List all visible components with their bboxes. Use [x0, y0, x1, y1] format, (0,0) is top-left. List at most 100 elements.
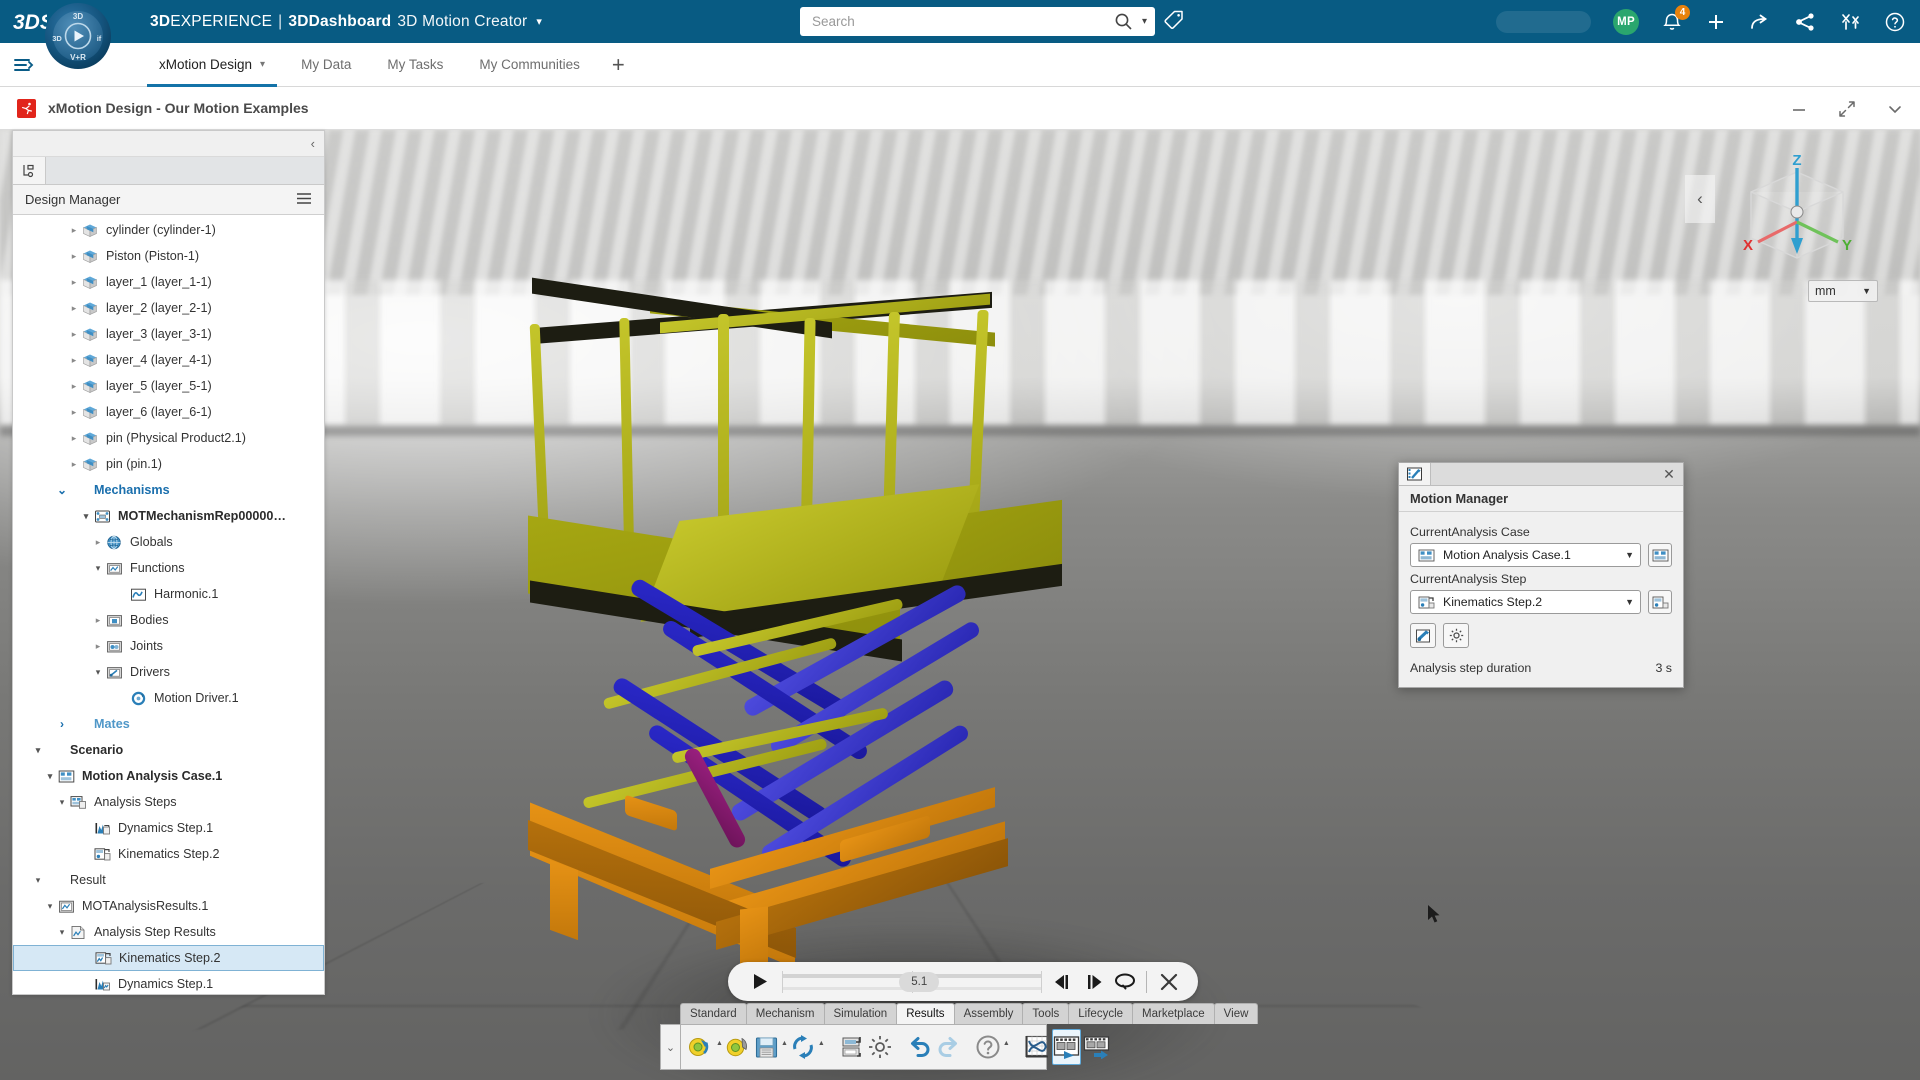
tree-item[interactable]: Kinematics Step.2	[13, 841, 324, 867]
slider-thumb[interactable]: 5.1	[899, 972, 939, 992]
settings-gear-icon[interactable]	[867, 1029, 893, 1065]
notifications-button[interactable]: 4	[1661, 11, 1683, 33]
tree-expand-arrow[interactable]: ⌄	[55, 483, 69, 497]
analysis-case-dropdown[interactable]: Motion Analysis Case.1 ▼	[1410, 543, 1641, 567]
viewport-collapse-button[interactable]: ‹	[1685, 175, 1715, 223]
search-chevron-down-icon[interactable]: ▾	[1142, 16, 1147, 27]
close-icon[interactable]: ✕	[1655, 463, 1683, 485]
tree-item[interactable]: ▸layer_6 (layer_6-1)	[13, 399, 324, 425]
tree-item[interactable]: Kinematics Step.2	[13, 945, 324, 971]
tree-expand-arrow[interactable]: ▾	[79, 511, 93, 522]
toolbar-more-caret[interactable]: ▲	[818, 1040, 825, 1054]
scissor-lift-model[interactable]	[540, 290, 1180, 1050]
tree-item[interactable]: ▸layer_2 (layer_2-1)	[13, 295, 324, 321]
step-forward-icon[interactable]	[1078, 973, 1109, 991]
tree-item[interactable]: ▸layer_1 (layer_1-1)	[13, 269, 324, 295]
app-chevron-down-icon[interactable]: ▾	[536, 15, 542, 28]
tree-expand-arrow[interactable]: ▾	[55, 797, 69, 808]
minimize-button[interactable]	[1790, 102, 1808, 116]
tree-item[interactable]: Dynamics Step.1	[13, 971, 324, 994]
redo-icon[interactable]	[935, 1029, 961, 1065]
tree-expand-arrow[interactable]: ▸	[67, 329, 81, 340]
tree-expand-arrow[interactable]: ▸	[67, 277, 81, 288]
hamburger-menu-icon[interactable]	[0, 43, 46, 87]
help-icon[interactable]	[1884, 11, 1906, 33]
import-export-icon[interactable]	[839, 1029, 865, 1065]
search-icon[interactable]	[1114, 12, 1133, 31]
tab-chevron-down-icon[interactable]: ▾	[260, 59, 265, 70]
motion-manager-icon[interactable]	[1399, 463, 1431, 485]
action-tab-simulation[interactable]: Simulation	[824, 1003, 898, 1024]
search-container[interactable]: ▾	[800, 7, 1155, 36]
tree-expand-arrow[interactable]: ▸	[67, 303, 81, 314]
tree-item[interactable]: Dynamics Step.1	[13, 815, 324, 841]
design-tree[interactable]: ▸cylinder (cylinder-1)▸Piston (Piston-1)…	[13, 215, 324, 994]
simulate-icon[interactable]	[1410, 623, 1436, 648]
panel-collapse-icon[interactable]: ‹	[311, 136, 315, 151]
search-input[interactable]	[812, 14, 1114, 29]
tree-item[interactable]: ▾Motion Analysis Case.1	[13, 763, 324, 789]
loop-icon[interactable]	[1109, 972, 1140, 991]
tree-expand-arrow[interactable]: ▸	[67, 251, 81, 262]
tree-item[interactable]: ›Mates	[13, 711, 324, 737]
tree-item[interactable]: ▸Piston (Piston-1)	[13, 243, 324, 269]
toolbar-more-caret[interactable]: ▲	[1003, 1040, 1010, 1054]
collapse-chevron-down-icon[interactable]	[1886, 102, 1904, 116]
navigation-compass[interactable]: X Y Z	[1725, 150, 1870, 275]
tree-expand-arrow[interactable]: ▸	[67, 459, 81, 470]
tree-expand-arrow[interactable]: ▸	[67, 433, 81, 444]
play-simulation-icon[interactable]	[1052, 1029, 1081, 1065]
save-icon[interactable]	[754, 1029, 779, 1065]
undo-icon[interactable]	[907, 1029, 933, 1065]
tree-item[interactable]: Harmonic.1	[13, 581, 324, 607]
tree-item[interactable]: ▾MOTMechanismRep00000…	[13, 503, 324, 529]
toolbar-more-caret[interactable]: ▲	[781, 1040, 788, 1054]
tree-item[interactable]: ▾Scenario	[13, 737, 324, 763]
header-search-pill[interactable]	[1496, 11, 1591, 33]
tree-item[interactable]: ▾MOTAnalysisResults.1	[13, 893, 324, 919]
tree-item[interactable]: ▾Analysis Steps	[13, 789, 324, 815]
tree-expand-arrow[interactable]: ▸	[67, 407, 81, 418]
tab-my-data[interactable]: My Data	[283, 43, 369, 87]
tree-item[interactable]: ▸Joints	[13, 633, 324, 659]
tag-icon[interactable]	[1163, 9, 1185, 36]
tree-expand-arrow[interactable]: ▾	[43, 771, 57, 782]
chevron-down-icon[interactable]: ▼	[1625, 597, 1634, 607]
tree-expand-arrow[interactable]: ▸	[91, 615, 105, 626]
action-tab-marketplace[interactable]: Marketplace	[1132, 1003, 1215, 1024]
tree-item[interactable]: ▸pin (pin.1)	[13, 451, 324, 477]
tab-xmotion-design[interactable]: xMotion Design ▾	[141, 43, 283, 87]
tree-expand-arrow[interactable]: ▸	[67, 355, 81, 366]
3dexperience-icon[interactable]	[1839, 11, 1862, 33]
tree-item[interactable]: Motion Driver.1	[13, 685, 324, 711]
settings-gear-icon[interactable]	[1443, 623, 1469, 648]
play-icon[interactable]	[742, 972, 776, 991]
action-tab-mechanism[interactable]: Mechanism	[746, 1003, 825, 1024]
tree-expand-arrow[interactable]: ▾	[91, 667, 105, 678]
tree-item[interactable]: ▸Bodies	[13, 607, 324, 633]
new-analysis-step-button[interactable]	[1648, 590, 1672, 614]
units-dropdown[interactable]: mm ▼	[1808, 280, 1878, 302]
tree-expand-arrow[interactable]: ›	[55, 717, 69, 731]
action-tab-standard[interactable]: Standard	[680, 1003, 747, 1024]
analysis-step-dropdown[interactable]: Kinematics Step.2 ▼	[1410, 590, 1641, 614]
step-back-icon[interactable]	[1047, 973, 1078, 991]
close-icon[interactable]	[1153, 971, 1184, 993]
tree-expand-arrow[interactable]: ▸	[67, 225, 81, 236]
timeline-slider[interactable]: 5.1	[782, 971, 1041, 993]
add-tab-button[interactable]: +	[598, 43, 639, 87]
tree-item[interactable]: ⌄Mechanisms	[13, 477, 324, 503]
action-tab-tools[interactable]: Tools	[1022, 1003, 1069, 1024]
tree-item[interactable]: ▸layer_4 (layer_4-1)	[13, 347, 324, 373]
tree-item[interactable]: ▾Result	[13, 867, 324, 893]
new-analysis-case-button[interactable]	[1648, 543, 1672, 567]
action-tab-lifecycle[interactable]: Lifecycle	[1068, 1003, 1133, 1024]
action-tab-assembly[interactable]: Assembly	[954, 1003, 1024, 1024]
motion-manager-dialog[interactable]: ✕ Motion Manager CurrentAnalysis Case Mo…	[1398, 462, 1684, 688]
avatar[interactable]: MP	[1613, 9, 1639, 35]
action-tab-view[interactable]: View	[1214, 1003, 1259, 1024]
3dexperience-compass[interactable]: 3D 3D if V+R	[44, 2, 112, 70]
plot-results-icon[interactable]	[1024, 1029, 1050, 1065]
tree-item[interactable]: ▸pin (Physical Product2.1)	[13, 425, 324, 451]
chevron-down-icon[interactable]: ▼	[1625, 550, 1634, 560]
